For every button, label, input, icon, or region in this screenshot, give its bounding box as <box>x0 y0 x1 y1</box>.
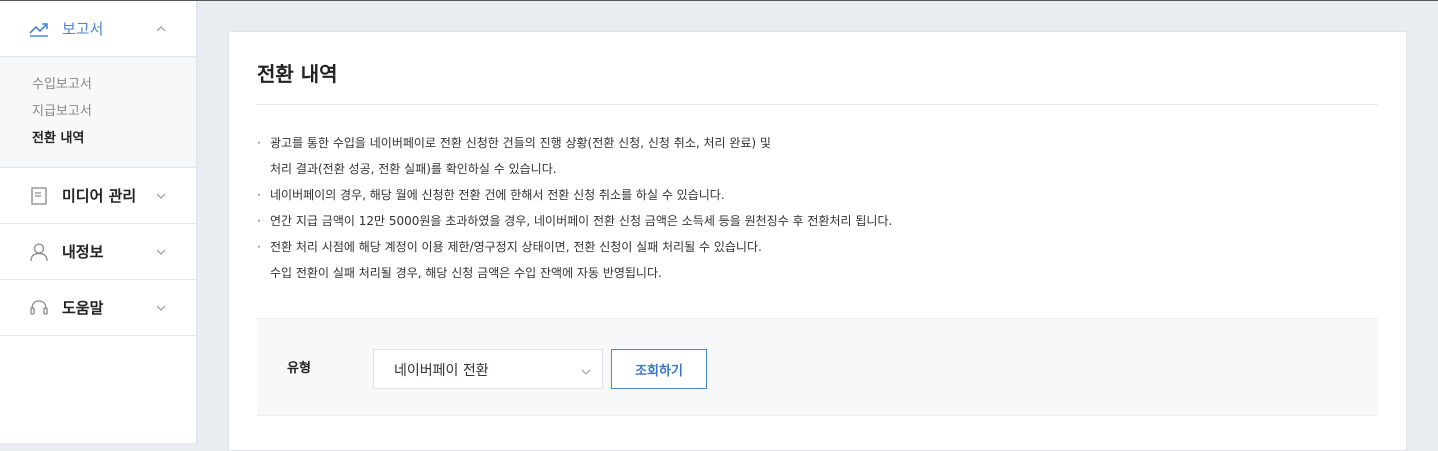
sidebar-item-label: 내정보 <box>62 243 104 261</box>
notice-text: 광고를 통한 수입을 네이버페이로 전환 신청한 건들의 진행 상황(전환 신청… <box>270 136 771 150</box>
bullet: · <box>257 240 261 254</box>
chevron-down-icon <box>154 301 168 315</box>
submenu-item-income-report[interactable]: 수입보고서 <box>0 71 196 98</box>
notice-text-continued: 처리 결과(전환 성공, 전환 실패)를 확인하실 수 있습니다. <box>270 162 557 176</box>
sidebar-item-help[interactable]: 도움말 <box>0 280 196 336</box>
sidebar-item-profile[interactable]: 내정보 <box>0 224 196 280</box>
notice-item: · 네이버페이의 경우, 해당 월에 신청한 전환 건에 한해서 전환 신청 취… <box>257 182 1357 208</box>
headset-icon <box>28 297 50 319</box>
trending-up-icon <box>28 18 50 40</box>
user-icon <box>28 241 50 263</box>
sidebar: 보고서 수입보고서 지급보고서 전환 내역 미디어 관리 내정보 도움말 <box>0 1 197 443</box>
document-icon <box>28 185 50 207</box>
notice-text: 네이버페이의 경우, 해당 월에 신청한 전환 건에 한해서 전환 신청 취소를… <box>270 188 725 202</box>
search-button[interactable]: 조회하기 <box>611 349 707 389</box>
sidebar-item-media[interactable]: 미디어 관리 <box>0 168 196 224</box>
bullet: · <box>257 214 261 228</box>
notice-item: · 연간 지급 금액이 12만 5000원을 초과하였을 경우, 네이버페이 전… <box>257 208 1357 234</box>
report-submenu: 수입보고서 지급보고서 전환 내역 <box>0 57 196 168</box>
type-filter-label: 유형 <box>287 361 311 376</box>
main-content: 전환 내역 · 광고를 통한 수입을 네이버페이로 전환 신청한 건들의 진행 … <box>197 1 1438 451</box>
page-title: 전환 내역 <box>257 62 338 86</box>
submenu-item-conversion-history[interactable]: 전환 내역 <box>0 125 196 152</box>
type-select-value: 네이버페이 전환 <box>394 363 489 379</box>
sidebar-item-report[interactable]: 보고서 <box>0 1 196 57</box>
notice-item: · 광고를 통한 수입을 네이버페이로 전환 신청한 건들의 진행 상황(전환 … <box>257 130 1357 182</box>
conversion-history-card: 전환 내역 · 광고를 통한 수입을 네이버페이로 전환 신청한 건들의 진행 … <box>228 31 1407 451</box>
notice-text-continued: 수입 전환이 실패 처리될 경우, 해당 신청 금액은 수입 잔액에 자동 반영… <box>270 266 662 280</box>
bullet: · <box>257 188 261 202</box>
sidebar-item-label: 도움말 <box>62 299 104 317</box>
notice-text: 전환 처리 시점에 해당 계정이 이용 제한/영구정지 상태이면, 전환 신청이… <box>270 240 762 254</box>
chevron-up-icon <box>154 22 168 36</box>
chevron-down-icon <box>580 363 592 375</box>
chevron-down-icon <box>154 245 168 259</box>
title-divider <box>257 104 1378 105</box>
filter-bar: 유형 네이버페이 전환 조회하기 <box>257 318 1378 416</box>
notice-item: · 전환 처리 시점에 해당 계정이 이용 제한/영구정지 상태이면, 전환 신… <box>257 234 1357 286</box>
sidebar-item-label: 보고서 <box>62 20 104 38</box>
type-select[interactable]: 네이버페이 전환 <box>373 349 603 389</box>
submenu-item-payment-report[interactable]: 지급보고서 <box>0 98 196 125</box>
bullet: · <box>257 136 261 150</box>
app-layout: 보고서 수입보고서 지급보고서 전환 내역 미디어 관리 내정보 도움말 전환 … <box>0 1 1438 451</box>
notice-text: 연간 지급 금액이 12만 5000원을 초과하였을 경우, 네이버페이 전환 … <box>270 214 893 228</box>
notice-list: · 광고를 통한 수입을 네이버페이로 전환 신청한 건들의 진행 상황(전환 … <box>257 130 1357 286</box>
chevron-down-icon <box>154 189 168 203</box>
sidebar-item-label: 미디어 관리 <box>62 187 137 205</box>
